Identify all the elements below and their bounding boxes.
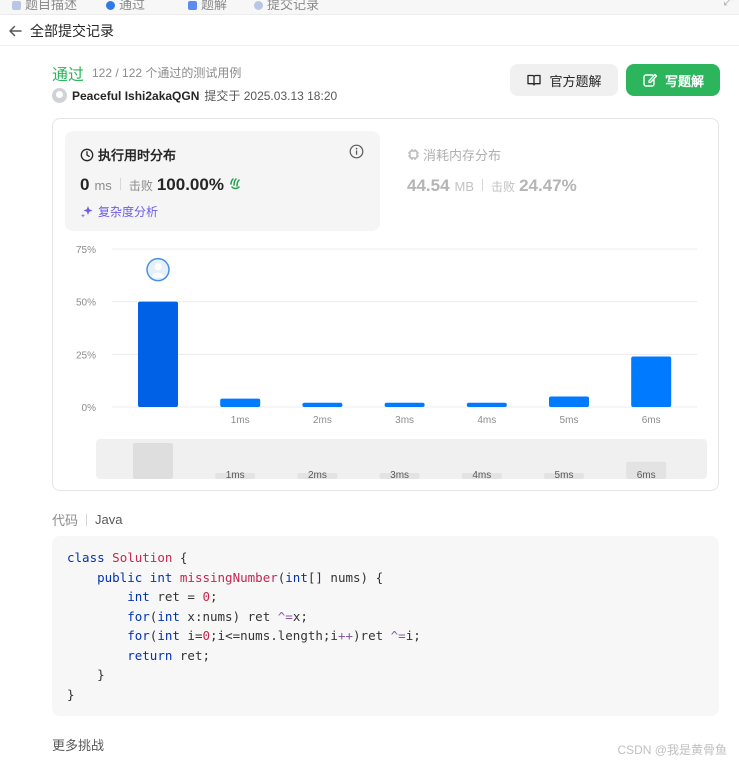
chart-bar — [631, 356, 672, 407]
code-label: 代码 — [52, 513, 79, 528]
memory-unit: MB — [454, 179, 475, 194]
y-tick-label: 75% — [76, 245, 96, 256]
runtime-distribution-chart[interactable]: 0% 25% 50% 75% 1ms 2ms 3ms 4ms 5ms 6ms — [60, 240, 705, 430]
flask-icon — [188, 1, 197, 11]
x-tick-label: 4ms — [477, 415, 496, 426]
navigator-bar — [133, 443, 173, 479]
tab-solutions[interactable]: 题解 — [188, 0, 227, 13]
memory-beat-value: 24.47% — [519, 176, 577, 195]
chart-bar — [138, 301, 178, 407]
memory-value: 44.54 — [407, 176, 450, 195]
runtime-panel[interactable]: 执行用时分布 0 ms 击败 100.00% 复杂度分析 — [65, 131, 380, 231]
chip-icon — [408, 149, 419, 160]
chart-bar — [384, 402, 425, 407]
more-challenges[interactable]: 更多挑战 — [52, 735, 104, 754]
tab-submissions[interactable]: 提交记录 — [254, 0, 319, 13]
back-to-submissions[interactable]: 全部提交记录 — [6, 20, 114, 42]
code-header: 代码 Java — [52, 510, 122, 529]
expand-icon[interactable]: ⤢ — [723, 0, 733, 9]
user-avatar-marker — [146, 257, 170, 282]
book-icon — [527, 74, 542, 86]
x-tick-label: 2ms — [313, 415, 332, 426]
submission-status: 通过 — [52, 67, 85, 84]
runtime-value: 0 — [80, 175, 90, 194]
tab-passed[interactable]: 通过 — [106, 0, 145, 13]
divider — [86, 513, 88, 526]
memory-panel[interactable]: 消耗内存分布 — [407, 145, 501, 164]
watermark: CSDN @我是黄骨鱼 — [617, 743, 727, 757]
code-block[interactable]: class Solution { public int missingNumbe… — [52, 536, 719, 716]
chart-bar — [466, 402, 507, 407]
divider — [0, 45, 739, 46]
x-tick-label: 3ms — [395, 415, 414, 426]
doc-icon — [12, 1, 21, 11]
navigator-tick-label: 1ms — [226, 470, 245, 479]
complexity-analysis-link[interactable]: 复杂度分析 — [80, 203, 158, 220]
runtime-beat-value: 100.00% — [156, 175, 224, 194]
runtime-beat-label: 击败 — [128, 179, 153, 193]
runtime-unit: ms — [94, 178, 112, 193]
navigator-tick-label: 6ms — [637, 470, 656, 479]
memory-stats: 44.54 MB 击败 24.47% — [407, 176, 577, 196]
official-solution-button[interactable]: 官方题解 — [510, 64, 618, 96]
memory-title: 消耗内存分布 — [423, 148, 502, 163]
runtime-title: 执行用时分布 — [80, 145, 176, 164]
y-tick-label: 0% — [82, 403, 97, 414]
edit-icon — [643, 73, 658, 87]
navigator-tick-label: 2ms — [308, 470, 327, 479]
x-tick-label: 6ms — [642, 415, 661, 426]
navigator-tick-label: 5ms — [555, 470, 574, 479]
arrow-left-icon — [9, 25, 22, 37]
memory-beat-label: 击败 — [491, 180, 516, 194]
testcase-count: 122 / 122 个通过的测试用例 — [92, 66, 242, 80]
x-tick-label: 1ms — [231, 415, 250, 426]
code-content: class Solution { public int missingNumbe… — [67, 550, 421, 702]
navigator-tick-label: 3ms — [390, 470, 409, 479]
tab-description[interactable]: 题目描述 — [12, 0, 77, 13]
y-tick-label: 25% — [76, 350, 96, 361]
runtime-stats: 0 ms 击败 100.00% — [80, 175, 242, 195]
avatar[interactable] — [52, 88, 67, 103]
author-name[interactable]: Peaceful Ishi2akaQGN — [72, 89, 199, 103]
avatar-head — [154, 263, 162, 271]
sparkle-icon — [80, 205, 93, 218]
divider — [482, 179, 484, 191]
code-language: Java — [95, 512, 123, 527]
navigator-tick-label: 4ms — [472, 470, 491, 479]
divider — [119, 178, 121, 190]
top-tab-bar: 题目描述 通过 题解 提交记录 ⤢ — [0, 0, 739, 15]
author-line: Peaceful Ishi2akaQGN 提交于 2025.03.13 18:2… — [52, 87, 337, 104]
chart-bar — [549, 396, 589, 407]
write-solution-button[interactable]: 写题解 — [626, 64, 720, 96]
chart-bar — [302, 402, 343, 407]
history-icon — [254, 1, 263, 11]
chart-bar — [220, 398, 261, 407]
y-tick-label: 50% — [76, 298, 96, 309]
info-icon[interactable] — [349, 144, 364, 159]
back-label: 全部提交记录 — [30, 23, 114, 39]
chart-range-navigator[interactable]: 1ms 2ms 3ms 4ms 5ms 6ms — [96, 439, 707, 479]
x-tick-label: 5ms — [560, 415, 579, 426]
clap-icon — [228, 176, 242, 193]
submitted-time: 提交于 2025.03.13 18:20 — [204, 89, 338, 103]
clock-icon — [80, 148, 94, 161]
check-icon — [106, 1, 115, 11]
